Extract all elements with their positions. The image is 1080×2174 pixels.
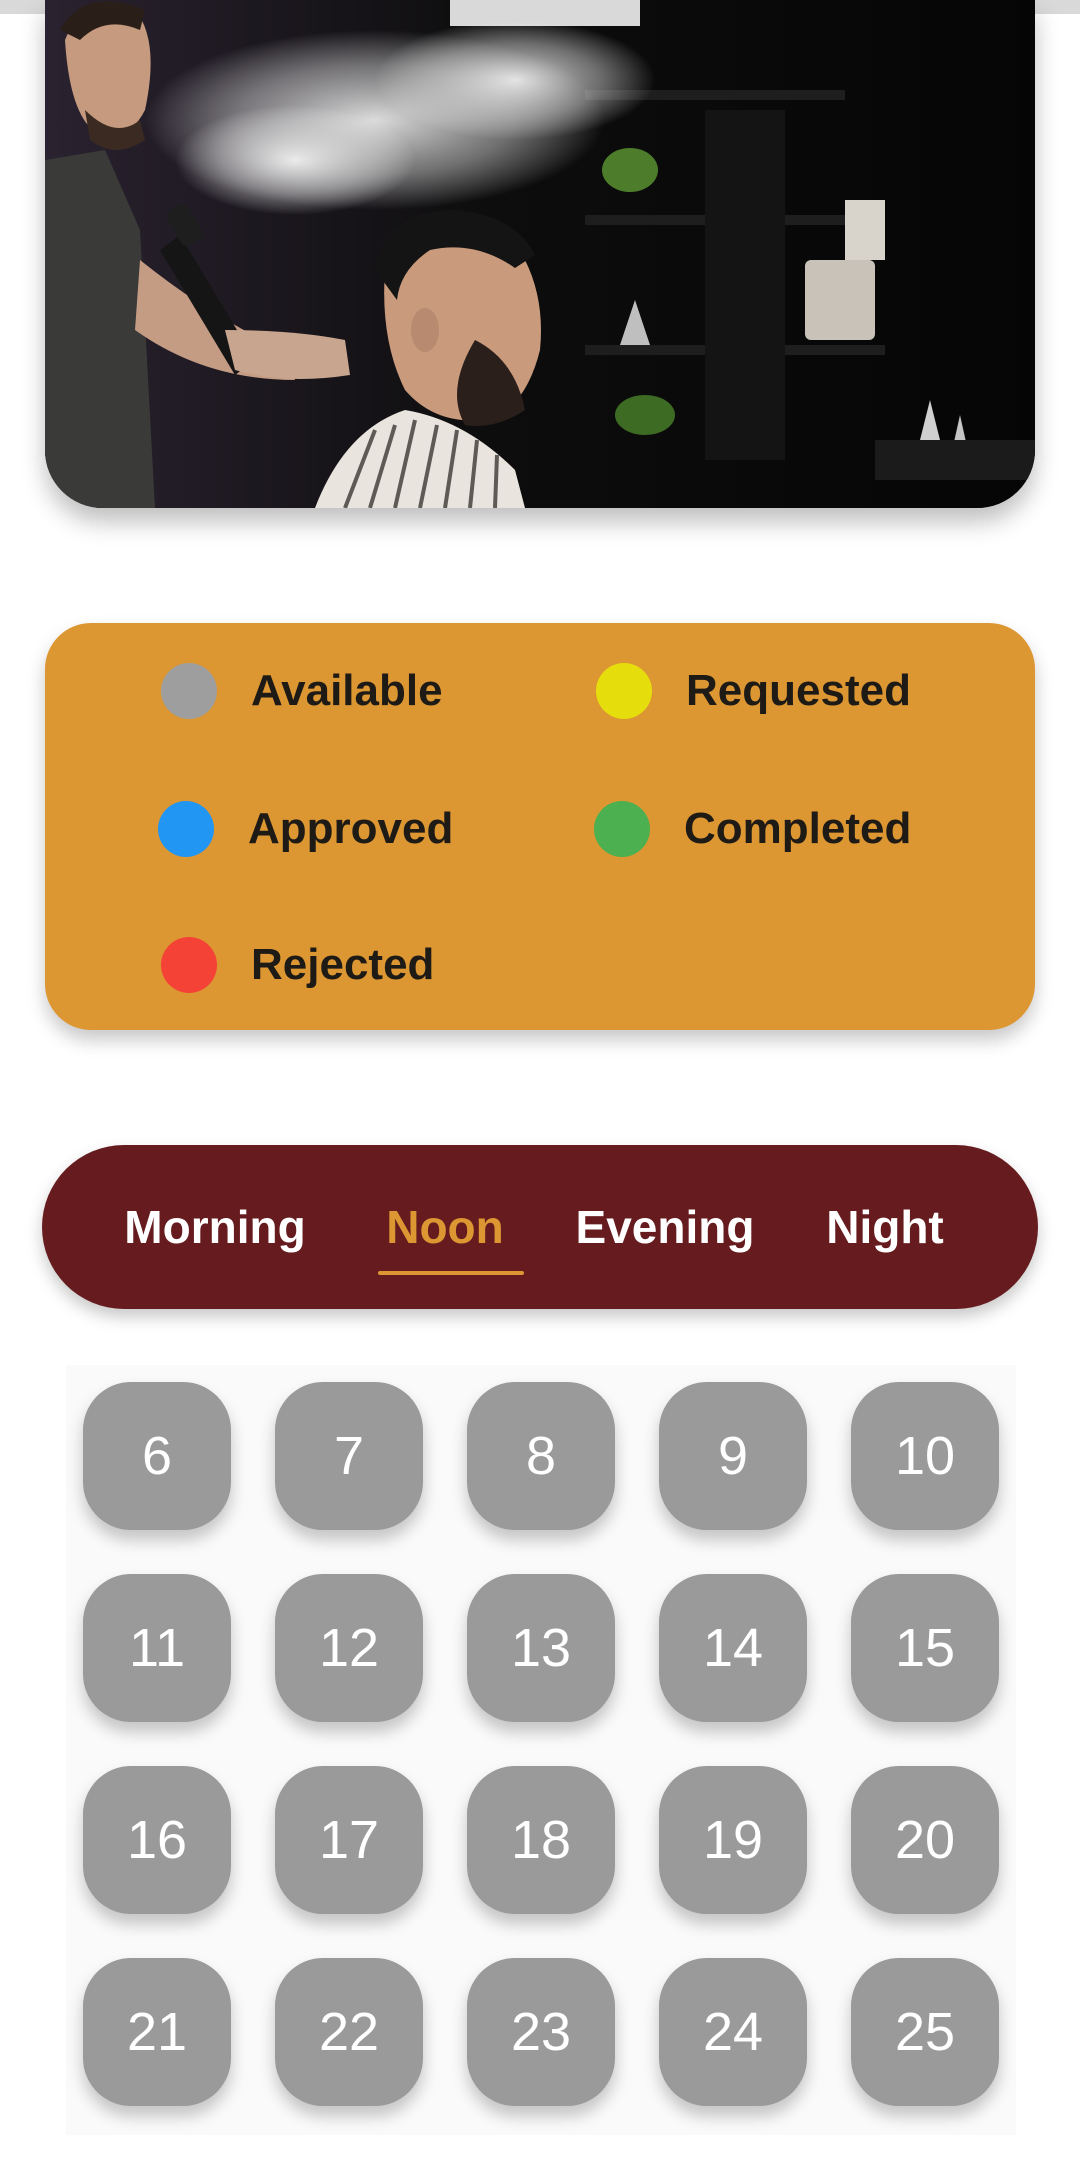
hour-slot[interactable]: 22 [275,1958,423,2106]
tab-night[interactable]: Night [810,1145,960,1309]
tab-noon[interactable]: Noon [370,1145,520,1309]
hour-slot[interactable]: 6 [83,1382,231,1530]
legend-dot-completed [594,801,650,857]
hour-slot[interactable]: 18 [467,1766,615,1914]
active-tab-indicator [378,1271,524,1275]
legend-item-completed: Completed [594,801,911,857]
hour-slot[interactable]: 14 [659,1574,807,1722]
hour-slot[interactable]: 15 [851,1574,999,1722]
time-of-day-tabs: Morning Noon Evening Night [42,1145,1038,1309]
legend-dot-approved [158,801,214,857]
hour-slot[interactable]: 12 [275,1574,423,1722]
hour-slot[interactable]: 17 [275,1766,423,1914]
legend-label-requested: Requested [686,666,911,715]
legend-dot-available [161,663,217,719]
hero-barbershop-image [45,0,1035,508]
hour-slot[interactable]: 9 [659,1382,807,1530]
legend-dot-requested [596,663,652,719]
hour-slot[interactable]: 7 [275,1382,423,1530]
legend-item-approved: Approved [158,801,453,857]
hour-slot[interactable]: 16 [83,1766,231,1914]
legend-label-rejected: Rejected [251,940,435,989]
tab-morning[interactable]: Morning [120,1145,310,1309]
hour-slot[interactable]: 24 [659,1958,807,2106]
hour-slot[interactable]: 20 [851,1766,999,1914]
tab-evening[interactable]: Evening [570,1145,760,1309]
hour-slot[interactable]: 13 [467,1574,615,1722]
hour-slots-grid: 6 7 8 9 10 11 12 13 14 15 16 17 18 19 20… [66,1365,1016,2135]
status-legend: Available Requested Approved Completed R… [45,623,1035,1030]
legend-label-completed: Completed [684,804,912,853]
hour-slot[interactable]: 21 [83,1958,231,2106]
hour-slot[interactable]: 8 [467,1382,615,1530]
legend-label-approved: Approved [248,804,454,853]
legend-item-requested: Requested [596,663,911,719]
hour-slot[interactable]: 10 [851,1382,999,1530]
legend-dot-rejected [161,937,217,993]
hour-slot[interactable]: 25 [851,1958,999,2106]
legend-item-available: Available [161,663,443,719]
hour-slot[interactable]: 19 [659,1766,807,1914]
legend-label-available: Available [251,666,443,715]
legend-item-rejected: Rejected [161,937,434,993]
hour-slot[interactable]: 11 [83,1574,231,1722]
hour-slot[interactable]: 23 [467,1958,615,2106]
